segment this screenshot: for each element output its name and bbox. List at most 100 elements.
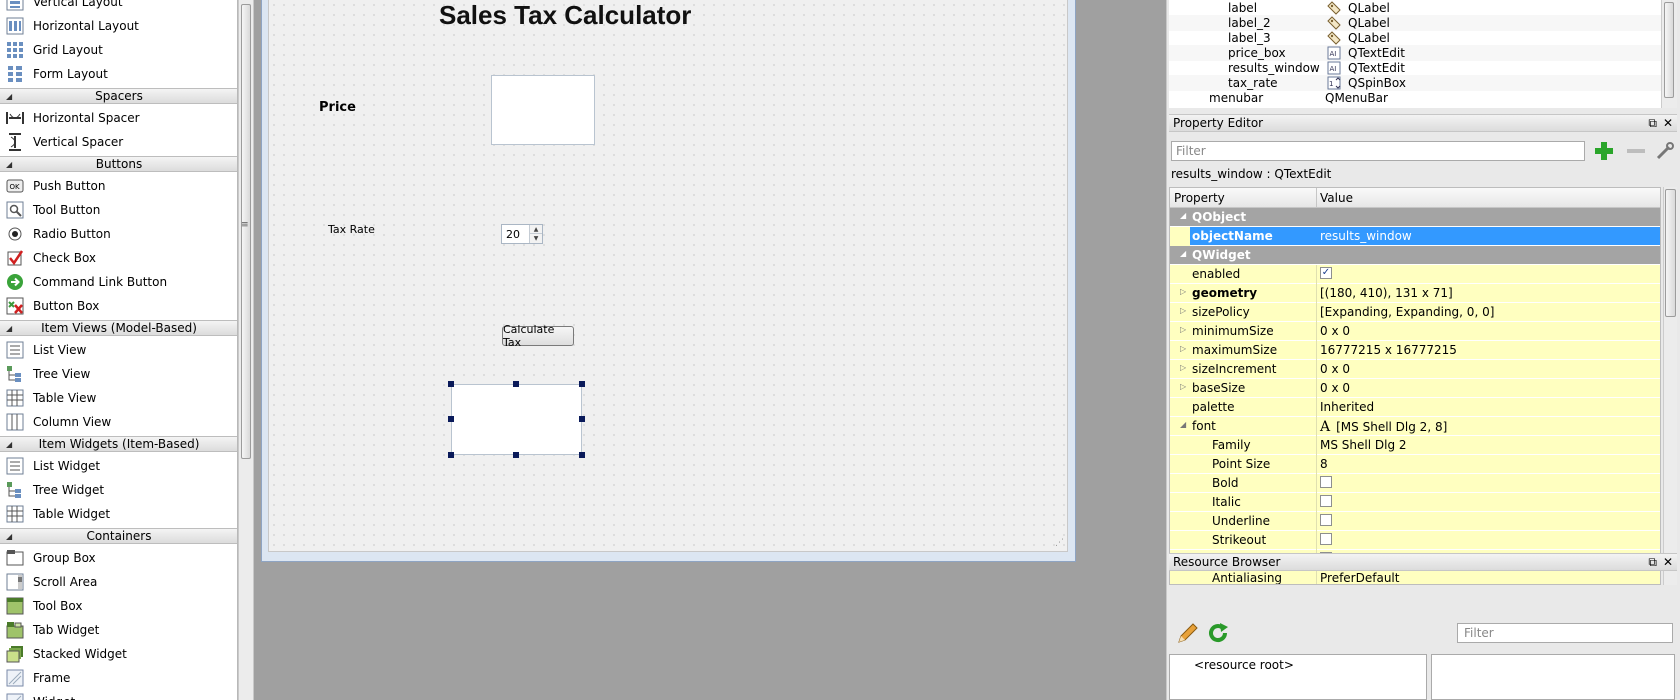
column-header-value[interactable]: Value [1320, 191, 1353, 205]
property-group-row[interactable]: ◢ QObject [1170, 208, 1660, 227]
property-value[interactable]: A [MS Shell Dlg 2, 8] [1320, 419, 1447, 435]
widget-box-item[interactable]: Table Widget [0, 502, 237, 526]
collapse-arrow-icon[interactable]: ◢ [1180, 249, 1186, 258]
widget-box-item[interactable]: Tree Widget [0, 478, 237, 502]
widget-box-item[interactable]: Scroll Area [0, 570, 237, 594]
property-value[interactable]: 8 [1320, 457, 1328, 471]
expand-arrow-icon[interactable]: ▷ [1180, 325, 1186, 334]
widget-category-header[interactable]: ◢ Buttons [0, 156, 237, 172]
object-tree-row[interactable]: tax_rate 1 QSpinBox [1169, 75, 1661, 91]
widget-box-item[interactable]: Command Link Button [0, 270, 237, 294]
object-tree-row[interactable]: results_window AI QTextEdit [1169, 60, 1661, 76]
close-icon[interactable]: ✕ [1663, 555, 1673, 570]
object-tree-row[interactable]: label QLabel [1169, 0, 1661, 16]
widget-category-header[interactable]: ◢ Containers [0, 528, 237, 544]
checkbox-unchecked-icon[interactable] [1320, 476, 1332, 488]
collapse-arrow-icon[interactable]: ◢ [1180, 420, 1186, 429]
property-value[interactable] [1320, 495, 1338, 507]
property-value[interactable]: 0 x 0 [1320, 324, 1350, 338]
configure-wrench-icon[interactable] [1653, 139, 1677, 163]
widget-category-header[interactable]: ◢ Spacers [0, 88, 237, 104]
widget-box-item[interactable]: Button Box [0, 294, 237, 318]
widget-box-item[interactable]: Horizontal Spacer [0, 106, 237, 130]
property-filter-input[interactable]: Filter [1171, 141, 1585, 161]
collapse-arrow-icon[interactable]: ◢ [6, 160, 12, 169]
property-value[interactable]: Inherited [1320, 400, 1374, 414]
property-row[interactable]: ▷ maximumSize 16777215 x 16777215 [1170, 341, 1660, 360]
widget-category-header[interactable]: ◢ Item Views (Model-Based) [0, 320, 237, 336]
object-tree-row[interactable]: menubar QMenuBar [1169, 90, 1661, 106]
widget-box-item[interactable]: Horizontal Layout [0, 14, 237, 38]
object-inspector-scrollbar[interactable] [1661, 0, 1677, 108]
resource-file-list[interactable] [1431, 654, 1675, 700]
property-value[interactable]: ✓ [1320, 267, 1338, 279]
widget-box-item[interactable]: Form Layout [0, 62, 237, 86]
expand-arrow-icon[interactable]: ▷ [1180, 306, 1186, 315]
property-row[interactable]: palette Inherited [1170, 398, 1660, 417]
widget-box-item[interactable]: Tool Box [0, 594, 237, 618]
property-row[interactable]: Italic [1170, 493, 1660, 512]
price-label[interactable]: Price [319, 100, 356, 115]
resize-handle-bottom-right[interactable] [579, 452, 585, 458]
property-value[interactable]: PreferDefault [1320, 571, 1399, 584]
property-row[interactable]: ▷ sizePolicy [Expanding, Expanding, 0, 0] [1170, 303, 1660, 322]
spin-up-icon[interactable]: ▲ [530, 225, 542, 234]
tax-rate-label[interactable]: Tax Rate [328, 223, 375, 236]
form-canvas[interactable]: Sales Tax Calculator Price Tax Rate 20 ▲… [268, 0, 1068, 552]
expand-arrow-icon[interactable]: ▷ [1180, 363, 1186, 372]
collapse-arrow-icon[interactable]: ◢ [1180, 211, 1186, 220]
resize-handle-top-left[interactable] [448, 381, 454, 387]
edit-resources-pencil-icon[interactable] [1175, 620, 1201, 646]
resize-handle-right[interactable] [579, 416, 585, 422]
float-dock-icon[interactable]: ⧉ [1648, 116, 1657, 131]
property-group-row[interactable]: ◢ QWidget [1170, 246, 1660, 265]
column-header-property[interactable]: Property [1174, 191, 1225, 205]
resize-handle-left[interactable] [448, 416, 454, 422]
resize-handle-top[interactable] [513, 381, 519, 387]
checkbox-unchecked-icon[interactable] [1320, 533, 1332, 545]
widget-box-item[interactable]: OK Push Button [0, 174, 237, 198]
collapse-arrow-icon[interactable]: ◢ [6, 532, 12, 541]
property-value[interactable]: [(180, 410), 131 x 71] [1320, 286, 1453, 300]
property-value[interactable]: 0 x 0 [1320, 381, 1350, 395]
property-editor-scrollbar[interactable] [1663, 187, 1677, 585]
resource-filter-input[interactable]: Filter [1457, 623, 1673, 643]
widget-box-item[interactable]: Tab Widget [0, 618, 237, 642]
widget-box-item[interactable]: Vertical Spacer [0, 130, 237, 154]
object-tree-row[interactable]: price_box AI QTextEdit [1169, 45, 1661, 61]
calculate-tax-button[interactable]: Calculate Tax [502, 323, 574, 349]
property-row[interactable]: enabled ✓ [1170, 265, 1660, 284]
results-window[interactable] [451, 384, 582, 455]
checkbox-checked-icon[interactable]: ✓ [1320, 267, 1332, 279]
property-row[interactable]: ▷ baseSize 0 x 0 [1170, 379, 1660, 398]
property-value[interactable]: results_window [1320, 229, 1412, 243]
tax-rate-spinbox[interactable]: 20 ▲ ▼ [501, 224, 543, 244]
object-inspector-scroll-thumb[interactable] [1664, 2, 1674, 98]
close-icon[interactable]: ✕ [1663, 116, 1673, 131]
widget-box-item[interactable]: Tool Button [0, 198, 237, 222]
property-value[interactable]: MS Shell Dlg 2 [1320, 438, 1407, 452]
reload-icon[interactable] [1205, 620, 1231, 646]
price-box[interactable] [491, 75, 595, 145]
property-value[interactable]: 16777215 x 16777215 [1320, 343, 1457, 357]
property-row[interactable]: Point Size 8 [1170, 455, 1660, 474]
spin-down-icon[interactable]: ▼ [530, 234, 542, 243]
property-row[interactable]: Strikeout [1170, 531, 1660, 550]
widget-box-item[interactable]: Column View [0, 410, 237, 434]
widget-box-item[interactable]: Grid Layout [0, 38, 237, 62]
widget-category-header[interactable]: ◢ Item Widgets (Item-Based) [0, 436, 237, 452]
widget-box-item[interactable]: Widget [0, 690, 237, 700]
widget-box-scroll-thumb[interactable] [241, 4, 251, 459]
property-row[interactable]: Bold [1170, 474, 1660, 493]
resize-handle-top-right[interactable] [579, 381, 585, 387]
object-tree-row[interactable]: label_3 QLabel [1169, 30, 1661, 46]
checkbox-unchecked-icon[interactable] [1320, 514, 1332, 526]
expand-arrow-icon[interactable]: ▷ [1180, 287, 1186, 296]
property-row[interactable]: Underline [1170, 512, 1660, 531]
property-row[interactable]: Family MS Shell Dlg 2 [1170, 436, 1660, 455]
property-row[interactable]: objectName results_window [1170, 227, 1660, 246]
widget-box-item[interactable]: Radio Button [0, 222, 237, 246]
collapse-arrow-icon[interactable]: ◢ [6, 324, 12, 333]
add-property-icon[interactable] [1591, 139, 1617, 163]
resize-handle-bottom-left[interactable] [448, 452, 454, 458]
